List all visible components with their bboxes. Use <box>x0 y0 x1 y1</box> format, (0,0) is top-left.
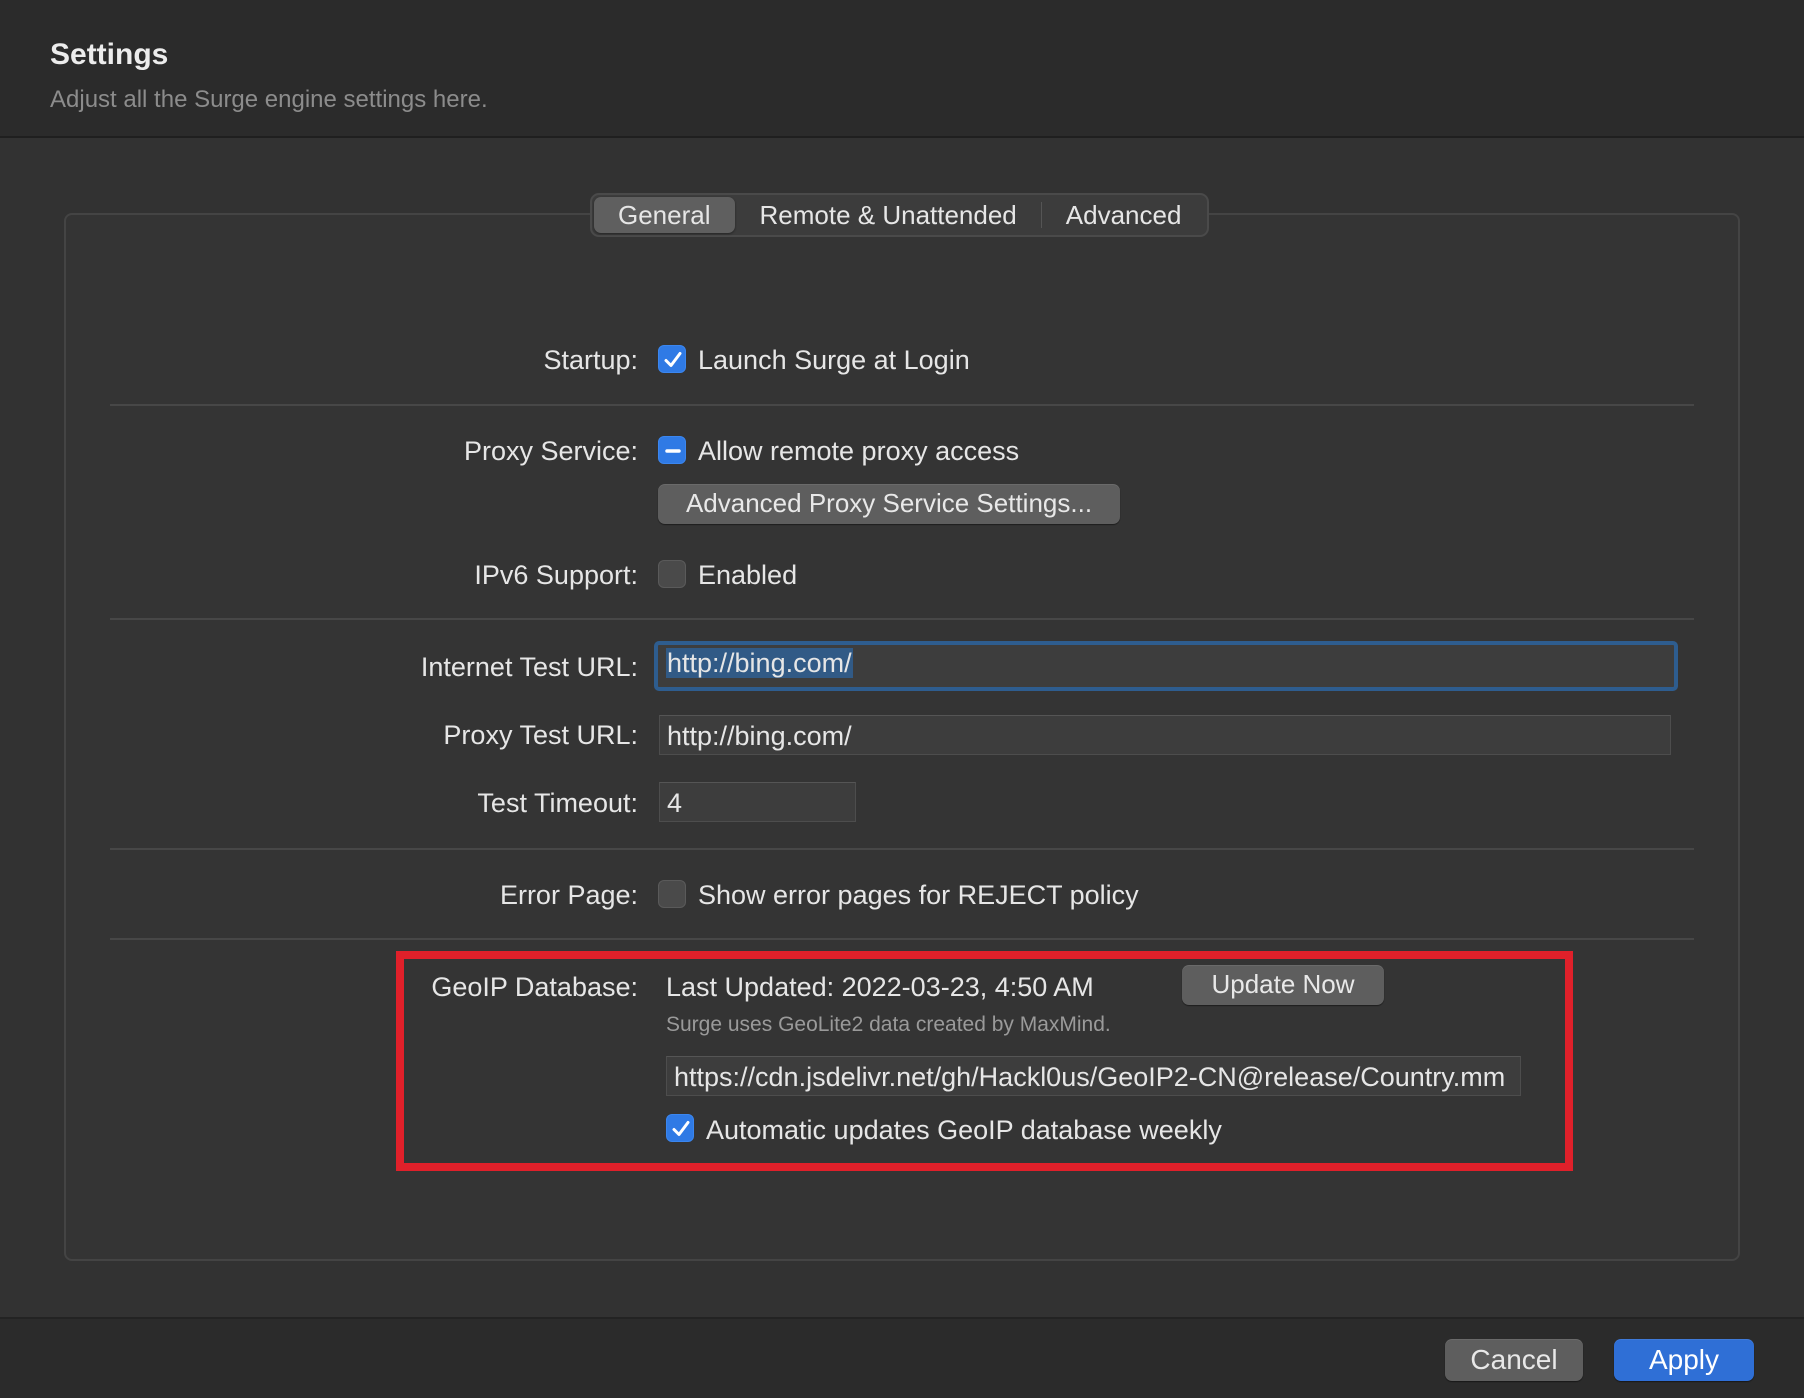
proxy-test-url-input[interactable]: http://bing.com/ <box>659 715 1671 755</box>
header: Settings Adjust all the Surge engine set… <box>0 0 1804 138</box>
test-timeout-input[interactable]: 4 <box>659 782 856 822</box>
checkmark-icon <box>664 352 682 367</box>
launch-at-login-checkbox[interactable] <box>658 345 686 373</box>
cancel-button[interactable]: Cancel <box>1445 1339 1583 1381</box>
internet-test-url-label: Internet Test URL: <box>420 652 638 682</box>
tab-advanced[interactable]: Advanced <box>1042 197 1206 233</box>
allow-remote-proxy-checkbox[interactable] <box>658 436 686 464</box>
show-error-pages-label[interactable]: Show error pages for REJECT policy <box>698 880 1139 911</box>
tab-remote-unattended[interactable]: Remote & Unattended <box>736 197 1041 233</box>
page-subtitle: Adjust all the Surge engine settings her… <box>50 86 488 113</box>
proxy-service-label: Proxy Service: <box>463 436 638 466</box>
tab-bar: General Remote & Unattended Advanced <box>590 193 1210 237</box>
startup-label: Startup: <box>543 345 638 375</box>
page-title: Settings <box>50 38 169 71</box>
error-page-label: Error Page: <box>499 880 638 910</box>
internet-test-url-value: http://bing.com/ <box>666 648 853 678</box>
divider <box>110 404 1694 406</box>
divider <box>110 938 1694 940</box>
allow-remote-proxy-label[interactable]: Allow remote proxy access <box>698 436 1019 467</box>
advanced-proxy-settings-button[interactable]: Advanced Proxy Service Settings... <box>658 484 1120 524</box>
internet-test-url-input[interactable]: http://bing.com/ <box>654 641 1678 691</box>
highlight-annotation-box <box>396 951 1573 1171</box>
apply-button[interactable]: Apply <box>1614 1339 1754 1381</box>
divider <box>110 618 1694 620</box>
tab-general[interactable]: General <box>594 197 735 233</box>
footer: Cancel Apply <box>0 1317 1804 1398</box>
ipv6-enabled-label[interactable]: Enabled <box>698 560 797 591</box>
settings-window: Settings Adjust all the Surge engine set… <box>0 0 1804 1398</box>
show-error-pages-checkbox[interactable] <box>658 880 686 908</box>
test-timeout-label: Test Timeout: <box>477 788 638 818</box>
minus-icon <box>665 449 681 453</box>
divider <box>110 848 1694 850</box>
launch-at-login-label[interactable]: Launch Surge at Login <box>698 345 970 376</box>
proxy-test-url-label: Proxy Test URL: <box>443 720 638 750</box>
ipv6-label: IPv6 Support: <box>474 560 638 590</box>
ipv6-enabled-checkbox[interactable] <box>658 560 686 588</box>
